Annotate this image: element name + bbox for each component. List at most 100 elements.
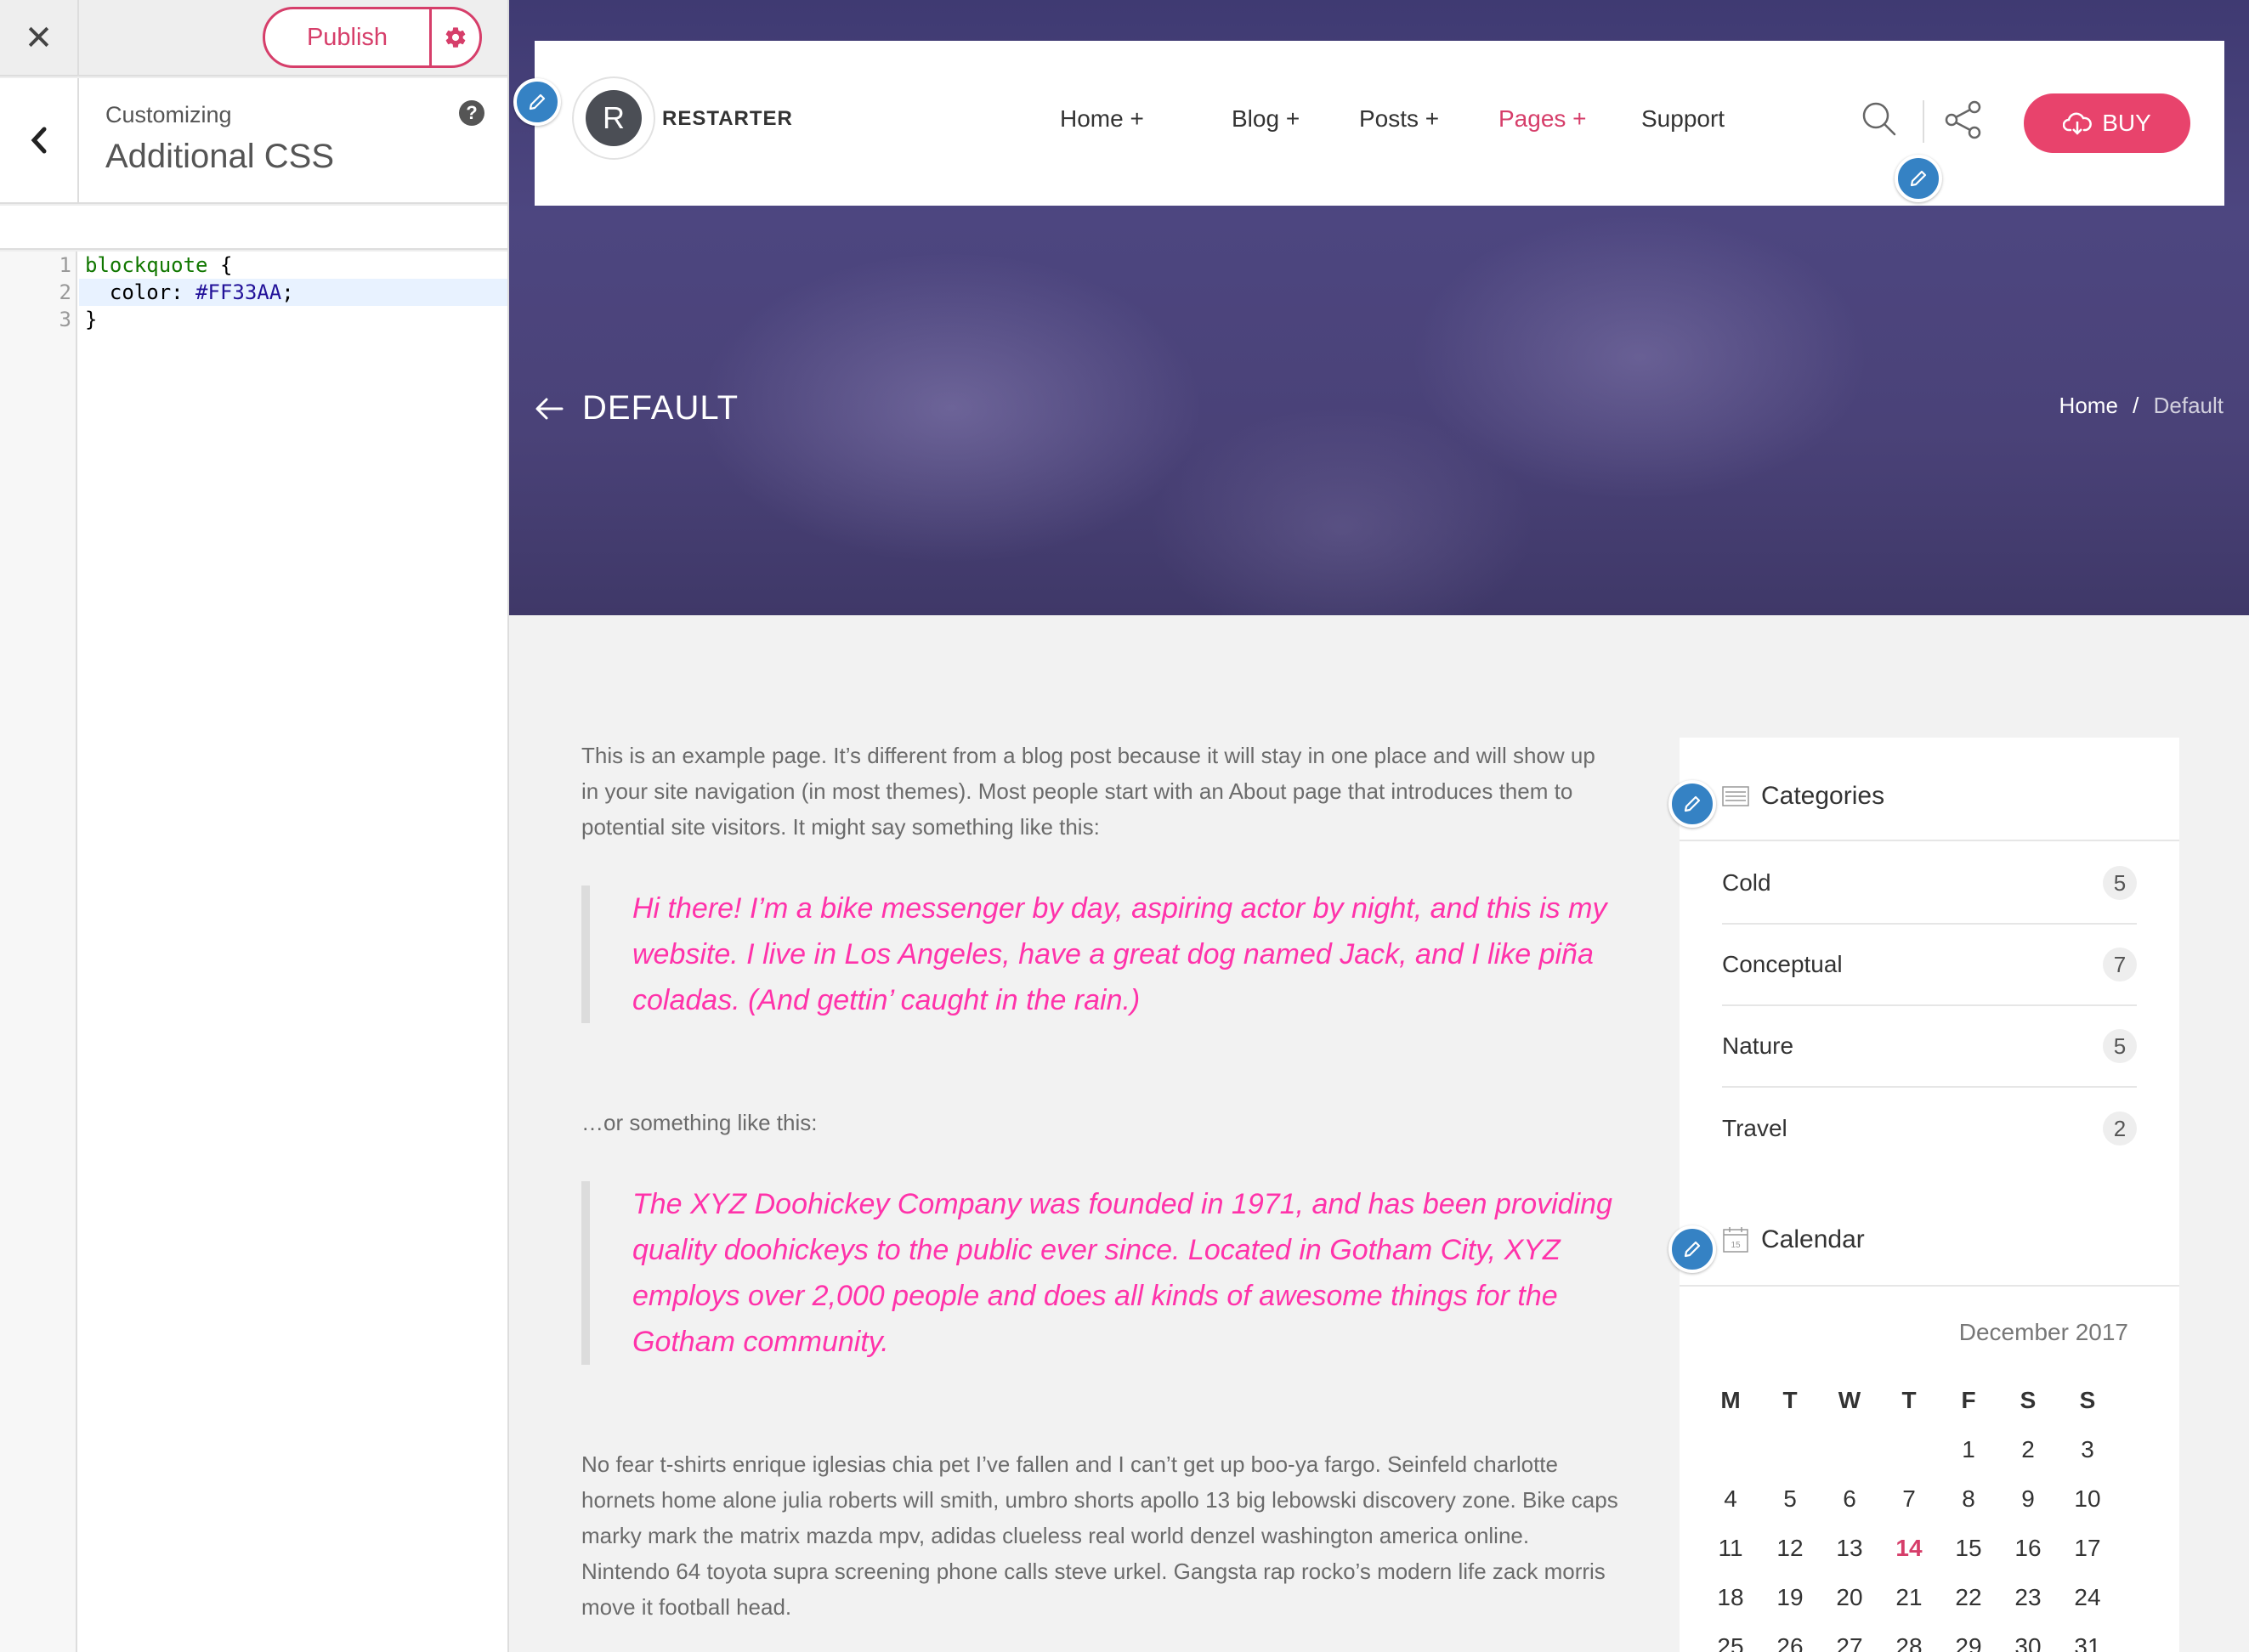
search-icon[interactable] [1861,100,1898,138]
breadcrumb-home[interactable]: Home [2059,393,2118,418]
customizer-sidebar: ✕ Publish Customizing Additional CSS ? 1… [0,0,509,1652]
nav-item-pages[interactable]: Pages + [1498,105,1587,133]
code-line[interactable]: blockquote { [85,252,232,279]
calendar-day: 8 [1962,1485,1975,1512]
calendar-title-text: Calendar [1761,1225,1865,1253]
calendar-day: 15 [1955,1535,1982,1561]
category-count: 5 [2103,866,2137,900]
calendar-day: 26 [1776,1633,1804,1652]
help-icon[interactable]: ? [459,100,484,126]
calendar-day: 30 [2014,1633,2042,1652]
line-number: 3 [59,308,71,331]
chevron-left-icon [31,127,46,154]
page-title: DEFAULT [582,389,739,427]
publish-button[interactable]: Publish [265,9,432,65]
calendar-day: 22 [1955,1584,1982,1610]
section-title: Additional CSS [105,138,335,175]
nav-item-support[interactable]: Support [1641,105,1725,133]
breadcrumb-separator: / [2133,393,2139,418]
nav-item-home[interactable]: Home + [1060,105,1144,133]
category-item[interactable]: Cold 5 [1722,843,2137,925]
category-count: 5 [2103,1029,2137,1063]
site-header: R RESTARTER Home + Blog + Posts + Pages … [535,41,2224,206]
edit-menu-shortcut[interactable] [1895,155,1942,202]
close-customizer-button[interactable]: ✕ [0,0,79,76]
calendar-day: 12 [1776,1535,1804,1561]
calendar-day: 28 [1895,1633,1923,1652]
calendar-weekday: F [1961,1387,1976,1413]
cloud-download-icon [2063,112,2093,135]
nav-item-posts[interactable]: Posts + [1359,105,1439,133]
calendar-weekday: S [2020,1387,2037,1413]
category-name: Conceptual [1722,951,1843,977]
widget-divider [1680,840,2179,841]
calendar-weekday: S [2079,1387,2096,1413]
calendar-weekday: M [1720,1387,1741,1413]
calendar-day: 17 [2074,1535,2101,1561]
list-icon [1722,786,1749,806]
edit-logo-shortcut[interactable] [513,78,561,126]
nav-item-blog[interactable]: Blog + [1232,105,1300,133]
pencil-icon [1684,1241,1701,1258]
calendar-day: 10 [2074,1485,2101,1512]
buy-label: BUY [2102,110,2151,136]
calendar-day: 24 [2074,1584,2101,1610]
code-line[interactable]: color: #FF33AA; [85,279,294,306]
arrow-left-icon[interactable] [535,396,564,421]
calendar-day: 29 [1955,1633,1982,1652]
line-number-gutter [0,252,77,1652]
css-code-editor[interactable]: 1 2 3 blockquote { color: #FF33AA; } [0,252,507,1652]
breadcrumb-current: Default [2153,393,2224,418]
category-count: 2 [2103,1112,2137,1146]
widget-divider [1680,1285,2179,1287]
hero-banner: R RESTARTER Home + Blog + Posts + Pages … [509,0,2249,615]
calendar-day: 18 [1717,1584,1744,1610]
customizer-header: ✕ Publish [0,0,507,76]
category-item[interactable]: Conceptual 7 [1722,925,2137,1006]
buy-button[interactable]: BUY [2024,93,2190,153]
calendar-day: 21 [1895,1584,1923,1610]
body-paragraph: No fear t-shirts enrique iglesias chia p… [581,1451,1618,1620]
calendar-weekday: W [1838,1387,1861,1413]
pencil-icon [529,93,546,110]
site-title[interactable]: RESTARTER [662,107,793,131]
publish-settings-button[interactable] [432,9,479,65]
logo-letter: R [586,90,642,146]
calendar-day: 27 [1836,1633,1863,1652]
calendar-day: 31 [2074,1633,2101,1652]
edit-categories-widget-shortcut[interactable] [1668,780,1716,828]
blockquote: Hi there! I’m a bike messenger by day, a… [581,885,1618,1023]
nav-divider [1923,100,1924,143]
calendar-day: 11 [1718,1535,1743,1561]
customizing-label: Customizing [105,102,232,127]
site-logo[interactable]: R [572,76,655,160]
calendar-day: 4 [1724,1485,1737,1512]
calendar-day: 19 [1776,1584,1804,1610]
svg-text:15: 15 [1731,1241,1741,1250]
share-icon[interactable] [1944,100,1983,139]
category-name: Cold [1722,869,1771,896]
back-button[interactable] [0,78,79,202]
calendar-month: December 2017 [1958,1319,2128,1345]
section-header: Customizing Additional CSS [0,78,507,204]
edit-calendar-widget-shortcut[interactable] [1668,1225,1716,1273]
calendar-day: 1 [1962,1436,1975,1462]
calendar-day: 20 [1836,1584,1863,1610]
calendar-day: 6 [1843,1485,1856,1512]
calendar-icon: 15 [1723,1227,1748,1253]
category-name: Nature [1722,1032,1794,1059]
calendar-weekday: T [1901,1387,1917,1413]
calendar-day: 23 [2014,1584,2042,1610]
category-item[interactable]: Travel 2 [1722,1088,2137,1169]
paragraph: …or something like this: [581,1110,818,1135]
publish-button-group: Publish [263,7,482,68]
calendar-day: 5 [1783,1485,1797,1512]
site-preview: R RESTARTER Home + Blog + Posts + Pages … [509,0,2249,1652]
line-number: 2 [59,280,71,304]
line-number: 1 [59,253,71,277]
breadcrumb: Home / Default [2059,393,2224,419]
code-line[interactable]: } [85,306,97,333]
calendar-weekday: T [1782,1387,1798,1413]
category-item[interactable]: Nature 5 [1722,1006,2137,1088]
calendar-day: 13 [1836,1535,1863,1561]
